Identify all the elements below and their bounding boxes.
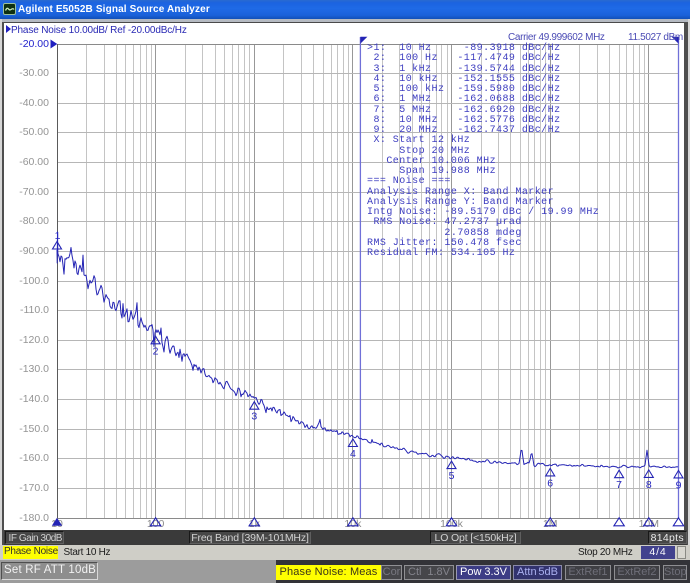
svg-text:10k: 10k — [344, 518, 362, 530]
svg-text:1: 1 — [55, 230, 61, 242]
svg-text:3: 3 — [251, 411, 257, 423]
svg-text:7: 7 — [616, 479, 622, 491]
svg-text:5: 5 — [449, 470, 455, 482]
svg-text:100k: 100k — [440, 518, 464, 530]
svg-text:100: 100 — [147, 518, 165, 530]
svg-text:6: 6 — [547, 477, 553, 489]
svg-text:9: 9 — [676, 479, 682, 491]
svg-text:10M: 10M — [639, 518, 659, 530]
svg-text:2: 2 — [153, 345, 159, 357]
svg-text:1M: 1M — [543, 518, 558, 530]
svg-text:4: 4 — [350, 448, 356, 460]
svg-text:8: 8 — [646, 479, 652, 491]
